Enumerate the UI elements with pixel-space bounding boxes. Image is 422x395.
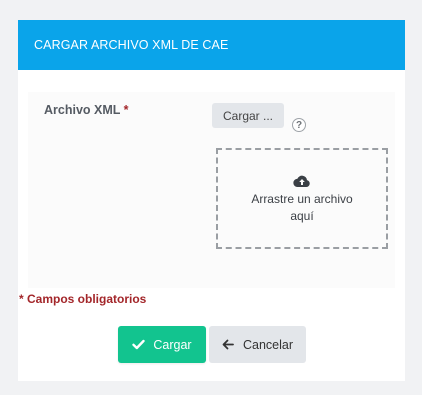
upload-button-label: Cargar ... <box>222 108 273 123</box>
form-area: Archivo XML * Cargar ... ? Arrastre un a… <box>28 92 395 288</box>
file-dropzone[interactable]: Arrastre un archivo aquí <box>216 148 388 249</box>
field-label-text: Archivo XML <box>44 103 121 117</box>
dropzone-text: Arrastre un archivo aquí <box>251 192 353 223</box>
submit-button-label: Cargar <box>153 337 192 352</box>
cloud-upload-icon <box>293 175 310 188</box>
required-fields-note: * Campos obligatorios <box>19 292 147 306</box>
required-marker: * <box>123 103 129 117</box>
check-icon <box>132 339 146 350</box>
xml-file-label: Archivo XML * <box>44 103 129 117</box>
submit-button[interactable]: Cargar <box>118 326 206 363</box>
panel-header: CARGAR ARCHIVO XML DE CAE <box>18 20 405 70</box>
cancel-button[interactable]: Cancelar <box>209 326 306 363</box>
help-icon[interactable]: ? <box>292 118 306 132</box>
upload-file-button[interactable]: Cargar ... <box>212 103 284 128</box>
arrow-left-icon <box>222 339 234 350</box>
upload-panel: CARGAR ARCHIVO XML DE CAE Archivo XML * … <box>18 20 405 381</box>
panel-title: CARGAR ARCHIVO XML DE CAE <box>34 38 229 52</box>
help-icon-glyph: ? <box>295 119 303 131</box>
cancel-button-label: Cancelar <box>242 337 294 352</box>
